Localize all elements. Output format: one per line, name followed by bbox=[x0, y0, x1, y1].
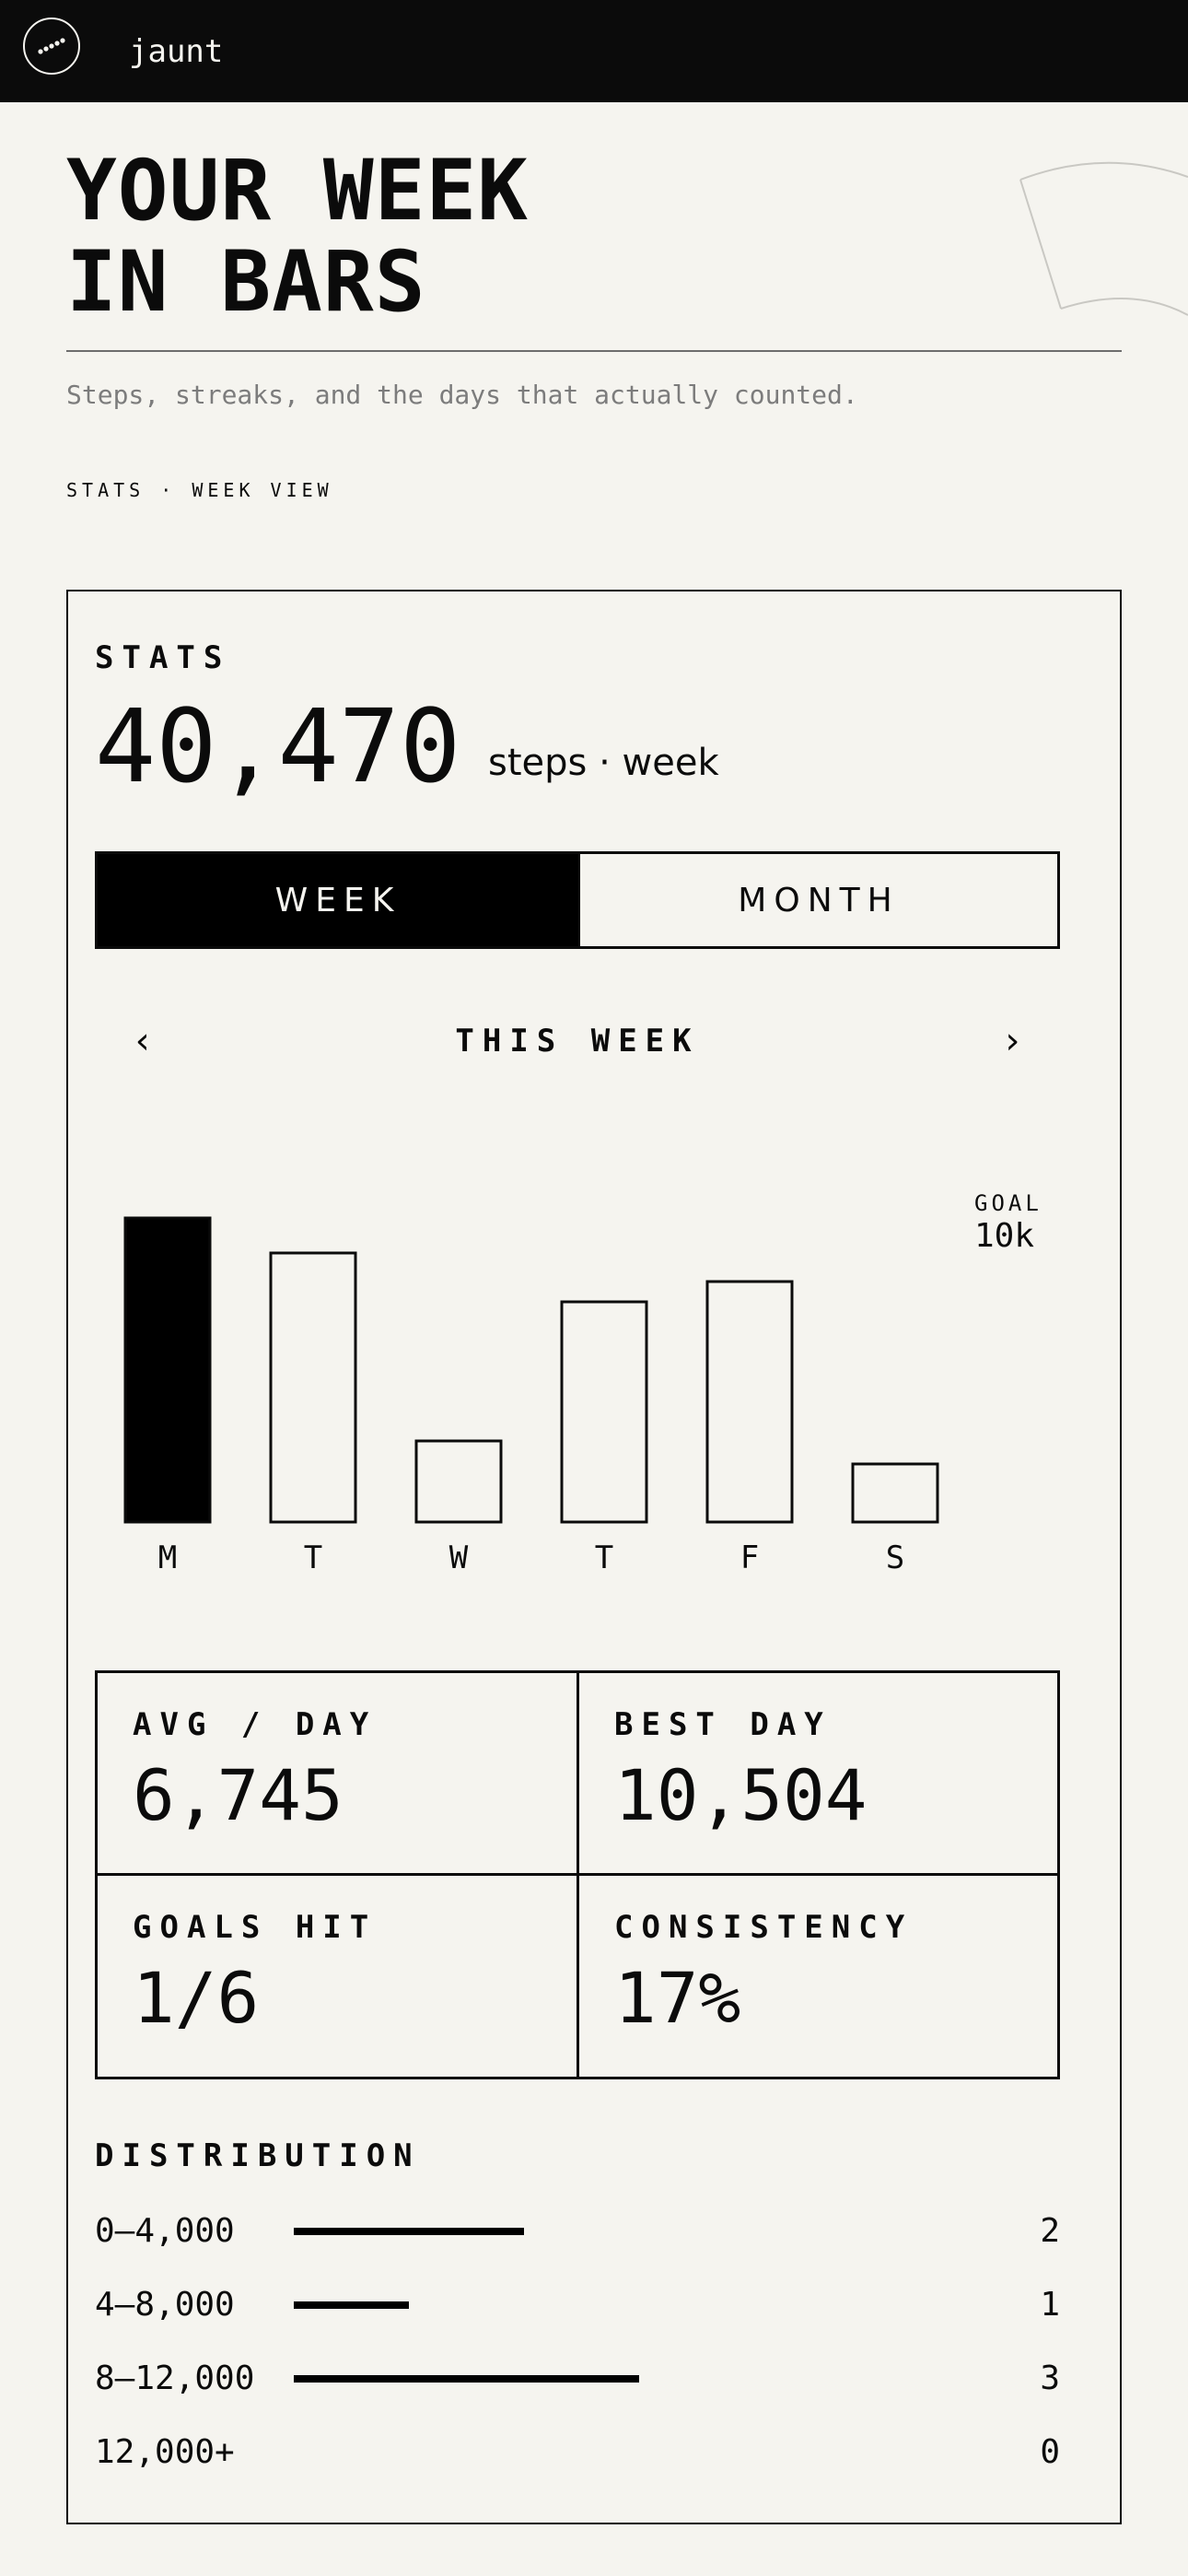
distribution-bar bbox=[294, 2228, 524, 2235]
distribution-bar bbox=[294, 2375, 639, 2383]
app-name[interactable]: jaunt bbox=[129, 33, 223, 70]
chart-day-label: F bbox=[740, 1540, 759, 1576]
avg-per-day-cell: AVG / DAY 6,745 bbox=[98, 1673, 558, 1857]
chart-bar[interactable] bbox=[851, 1462, 939, 1524]
distribution-count: 1 bbox=[1040, 2286, 1060, 2324]
period-nav: ‹ THIS WEEK › bbox=[95, 1013, 1060, 1069]
distribution-count: 0 bbox=[1040, 2433, 1060, 2471]
chart-day-label: S bbox=[886, 1540, 904, 1576]
chart-bar[interactable] bbox=[414, 1439, 503, 1524]
goals-hit-label: GOALS HIT bbox=[133, 1909, 378, 1946]
breadcrumb: STATS · WEEK VIEW bbox=[66, 479, 333, 501]
best-day-label: BEST DAY bbox=[614, 1706, 832, 1743]
page-title: YOUR WEEK IN BARS bbox=[66, 146, 529, 328]
best-day-cell: BEST DAY 10,504 bbox=[579, 1673, 1040, 1857]
stats-label: STATS bbox=[95, 639, 231, 676]
top-bar: jaunt bbox=[0, 0, 1188, 102]
avg-per-day-value: 6,745 bbox=[133, 1754, 344, 1836]
distribution-count: 2 bbox=[1040, 2212, 1060, 2250]
weekly-steps-chart: MTWTFS bbox=[123, 1216, 939, 1576]
best-day-value: 10,504 bbox=[614, 1754, 868, 1836]
avg-per-day-label: AVG / DAY bbox=[133, 1706, 378, 1743]
distribution-range: 0–4,000 bbox=[95, 2212, 235, 2250]
chart-day-label: M bbox=[158, 1540, 177, 1576]
page-title-line-1: YOUR WEEK bbox=[66, 143, 530, 240]
distribution-row: 8–12,000 3 bbox=[95, 2353, 1060, 2405]
chart-day-label: T bbox=[304, 1540, 322, 1576]
distribution-range: 8–12,000 bbox=[95, 2359, 255, 2397]
distribution-row: 4–8,000 1 bbox=[95, 2279, 1060, 2331]
logo-icon[interactable] bbox=[22, 17, 81, 76]
distribution-title: DISTRIBUTION bbox=[95, 2137, 421, 2174]
chart-day-label: W bbox=[449, 1540, 469, 1576]
weekly-total: 40,470 bbox=[95, 687, 461, 805]
distribution-bar bbox=[294, 2301, 409, 2309]
goals-hit-value: 1/6 bbox=[133, 1957, 260, 2039]
chart-bar[interactable] bbox=[269, 1251, 357, 1524]
goal-value: 10k bbox=[974, 1217, 1035, 1255]
period-toggle: WEEK MONTH bbox=[95, 851, 1060, 949]
chart-day-label: T bbox=[595, 1540, 613, 1576]
distribution-count: 3 bbox=[1040, 2359, 1060, 2397]
weekly-total-unit: steps · week bbox=[488, 742, 719, 784]
summary-grid: AVG / DAY 6,745 BEST DAY 10,504 GOALS HI… bbox=[95, 1670, 1060, 2079]
distribution-row: 0–4,000 2 bbox=[95, 2206, 1060, 2257]
goal-label: GOAL bbox=[974, 1190, 1042, 1216]
decorative-arc bbox=[1019, 161, 1188, 316]
toggle-week-button[interactable]: WEEK bbox=[98, 854, 578, 946]
toggle-month-button[interactable]: MONTH bbox=[578, 854, 1057, 946]
goals-hit-cell: GOALS HIT 1/6 bbox=[98, 1876, 558, 2060]
page-subtitle: Steps, streaks, and the days that actual… bbox=[66, 380, 858, 410]
distribution-range: 4–8,000 bbox=[95, 2286, 235, 2324]
distribution-range: 12,000+ bbox=[95, 2433, 235, 2471]
consistency-value: 17% bbox=[614, 1957, 741, 2039]
title-divider bbox=[66, 350, 1122, 352]
period-label: THIS WEEK bbox=[455, 1023, 700, 1060]
chevron-right-icon[interactable]: › bbox=[984, 1013, 1040, 1069]
page-title-line-2: IN BARS bbox=[66, 234, 426, 331]
chart-bar[interactable] bbox=[560, 1300, 648, 1524]
chart-bar[interactable] bbox=[705, 1280, 794, 1524]
distribution-row: 12,000+ 0 bbox=[95, 2427, 1060, 2478]
consistency-cell: CONSISTENCY 17% bbox=[579, 1876, 1040, 2060]
chart-bar[interactable] bbox=[123, 1216, 212, 1524]
consistency-label: CONSISTENCY bbox=[614, 1909, 914, 1946]
